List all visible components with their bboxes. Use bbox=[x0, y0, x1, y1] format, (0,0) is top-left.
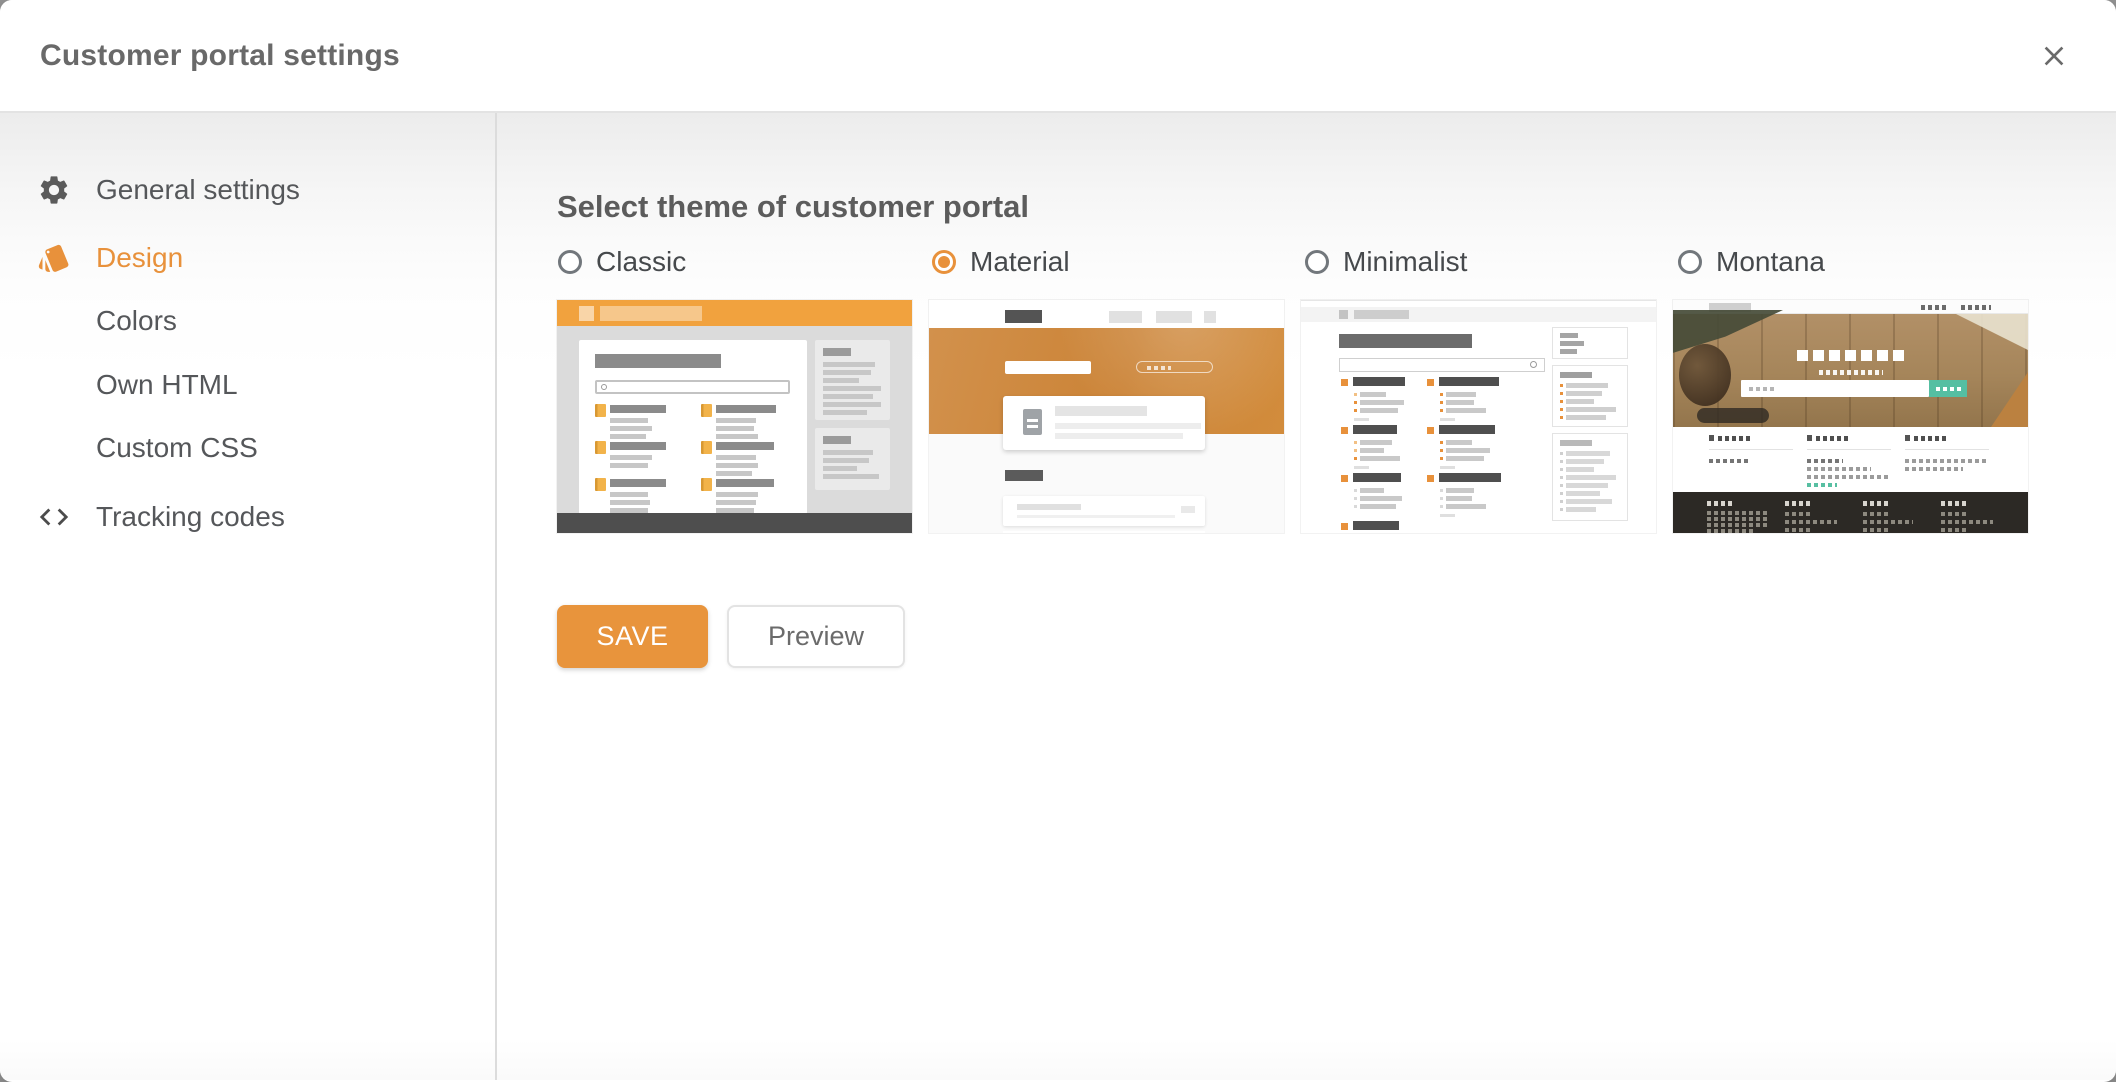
classic-header-bar bbox=[557, 300, 912, 326]
classic-widget-1 bbox=[815, 340, 890, 420]
theme-option-label: Classic bbox=[596, 246, 686, 278]
minimalist-widget-2 bbox=[1552, 365, 1628, 427]
sidebar-item-design[interactable]: Design bbox=[0, 229, 495, 287]
sidebar-item-label: General settings bbox=[96, 174, 300, 206]
sidebar-item-tracking-codes[interactable]: Tracking codes bbox=[0, 488, 495, 546]
minimalist-top-bar bbox=[1301, 307, 1656, 322]
section-heading: Select theme of customer portal bbox=[557, 189, 1029, 225]
classic-search-box bbox=[595, 380, 790, 394]
sidebar-item-label: Tracking codes bbox=[96, 501, 285, 533]
radio-material[interactable] bbox=[932, 250, 956, 274]
theme-option-label: Minimalist bbox=[1343, 246, 1467, 278]
dialog-header: Customer portal settings bbox=[0, 0, 2116, 113]
gear-icon bbox=[36, 172, 72, 208]
classic-footer-bar bbox=[557, 513, 912, 533]
theme-option-montana[interactable]: Montana bbox=[1678, 246, 1825, 278]
montana-footer bbox=[1673, 492, 2028, 533]
sidebar-item-custom-css[interactable]: Custom CSS bbox=[0, 419, 495, 477]
sidebar-item-label: Own HTML bbox=[96, 369, 238, 401]
sidebar: General settings Design Colors Own HTML … bbox=[0, 113, 497, 1080]
theme-option-classic[interactable]: Classic bbox=[558, 246, 686, 278]
montana-content-section bbox=[1673, 427, 2028, 492]
close-icon bbox=[2038, 40, 2070, 72]
material-section-heading bbox=[1005, 470, 1043, 481]
save-button[interactable]: SAVE bbox=[557, 605, 708, 668]
preview-button[interactable]: Preview bbox=[727, 605, 905, 668]
minimalist-widget-1 bbox=[1552, 327, 1628, 359]
customer-portal-settings-dialog: Customer portal settings General setting… bbox=[0, 0, 2116, 1082]
material-article-card bbox=[1003, 396, 1205, 450]
theme-option-label: Montana bbox=[1716, 246, 1825, 278]
theme-previews bbox=[557, 300, 2028, 533]
main-panel: Select theme of customer portal Classic … bbox=[497, 113, 2116, 1080]
classic-widget-2 bbox=[815, 428, 890, 490]
theme-option-label: Material bbox=[970, 246, 1070, 278]
sidebar-item-label: Colors bbox=[96, 305, 177, 337]
theme-option-material[interactable]: Material bbox=[932, 246, 1070, 278]
close-button[interactable] bbox=[2026, 28, 2082, 84]
theme-preview-material[interactable] bbox=[929, 300, 1284, 533]
radio-classic[interactable] bbox=[558, 250, 582, 274]
montana-search-button bbox=[1929, 380, 1967, 397]
minimalist-search-box bbox=[1339, 358, 1545, 372]
radio-montana[interactable] bbox=[1678, 250, 1702, 274]
radio-minimalist[interactable] bbox=[1305, 250, 1329, 274]
material-list-row bbox=[1003, 496, 1205, 526]
sidebar-item-own-html[interactable]: Own HTML bbox=[0, 356, 495, 414]
classic-main-panel bbox=[579, 340, 807, 514]
minimalist-widget-3 bbox=[1552, 433, 1628, 521]
theme-preview-minimalist[interactable] bbox=[1301, 300, 1656, 533]
theme-option-minimalist[interactable]: Minimalist bbox=[1305, 246, 1467, 278]
dialog-body: General settings Design Colors Own HTML … bbox=[0, 113, 2116, 1080]
sidebar-item-general-settings[interactable]: General settings bbox=[0, 161, 495, 219]
minimalist-heading bbox=[1339, 334, 1472, 348]
material-nav-bar bbox=[929, 300, 1284, 328]
sidebar-item-label: Design bbox=[96, 242, 183, 274]
dialog-title: Customer portal settings bbox=[40, 39, 400, 73]
code-icon bbox=[36, 499, 72, 535]
theme-preview-montana[interactable] bbox=[1673, 300, 2028, 533]
action-buttons: SAVE Preview bbox=[557, 605, 905, 668]
sidebar-item-label: Custom CSS bbox=[96, 432, 258, 464]
design-icon bbox=[36, 240, 72, 276]
montana-hero bbox=[1673, 314, 2028, 427]
theme-preview-classic[interactable] bbox=[557, 300, 912, 533]
sidebar-item-colors[interactable]: Colors bbox=[0, 292, 495, 350]
